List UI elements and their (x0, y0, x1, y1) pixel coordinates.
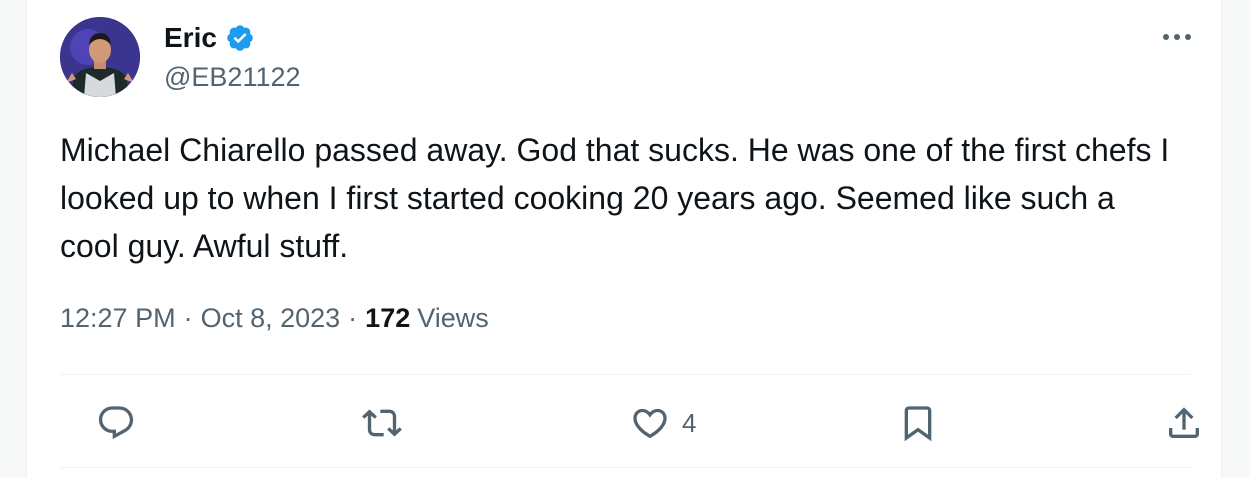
tweet-meta: 12:27 PM · Oct 8, 2023 · 172 Views (60, 303, 489, 334)
share-button[interactable] (1164, 403, 1204, 443)
author-handle[interactable]: @EB21122 (164, 62, 301, 93)
avatar[interactable] (60, 17, 140, 97)
avatar-image (60, 17, 140, 97)
share-icon (1169, 407, 1199, 438)
meta-separator: · (183, 303, 193, 333)
action-bar: 4 (60, 395, 1199, 451)
divider (60, 374, 1190, 375)
more-options-button[interactable] (1159, 22, 1195, 52)
retweet-icon (362, 409, 402, 437)
views-label: Views (417, 303, 489, 333)
more-icon (1163, 34, 1191, 40)
retweet-button[interactable] (362, 403, 402, 443)
tweet-card: Eric @EB21122 Michael Chiarello passed a… (26, 0, 1222, 478)
heart-icon (633, 408, 667, 439)
bookmark-button[interactable] (898, 403, 938, 443)
author-name[interactable]: Eric (164, 22, 217, 54)
tweet-date[interactable]: Oct 8, 2023 (201, 303, 341, 334)
verified-badge-icon (227, 25, 253, 51)
meta-separator: · (348, 303, 358, 333)
views-count: 172 (365, 303, 411, 333)
bookmark-icon (904, 406, 932, 442)
like-count: 4 (682, 407, 697, 438)
reply-icon (98, 406, 134, 440)
reply-button[interactable] (96, 403, 136, 443)
tweet-time[interactable]: 12:27 PM (60, 303, 176, 334)
author-name-row: Eric (164, 20, 255, 56)
divider (60, 467, 1190, 468)
tweet-text: Michael Chiarello passed away. God that … (60, 132, 1170, 264)
like-button[interactable]: 4 (630, 403, 696, 443)
